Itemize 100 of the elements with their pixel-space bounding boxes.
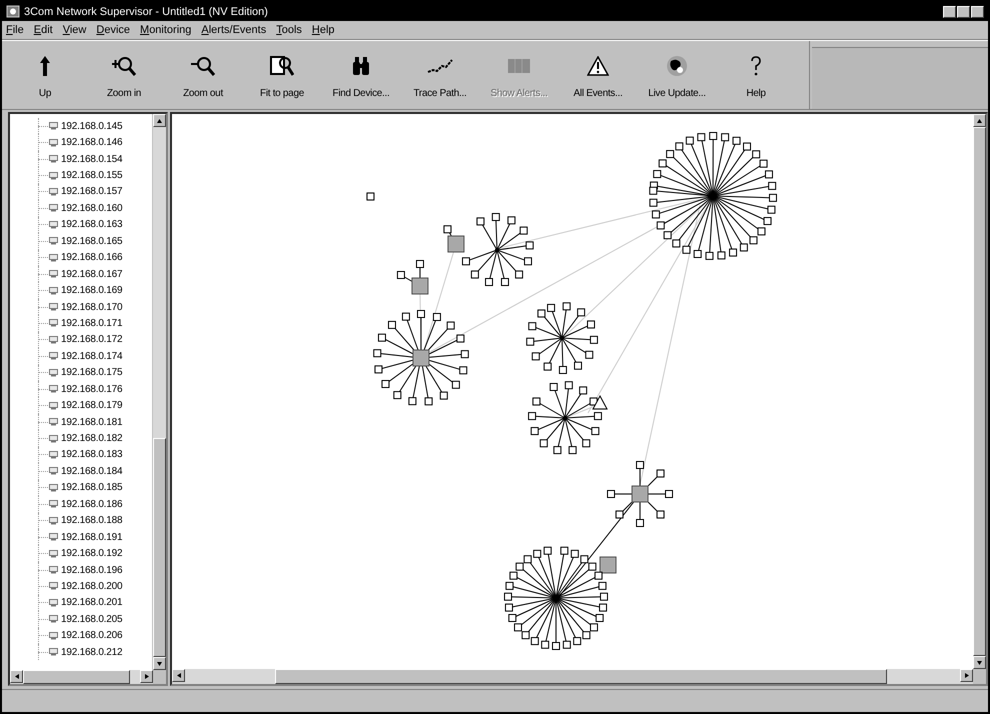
- scrollbar-corner: [153, 670, 166, 684]
- window-title: 3Com Network Supervisor - Untitled1 (NV Edition): [24, 6, 269, 18]
- close-button[interactable]: [971, 6, 984, 18]
- down-arrow-icon: [157, 662, 162, 666]
- device-icon: [49, 615, 58, 624]
- globe-icon: [664, 55, 690, 77]
- toolbar-button[interactable]: Trace Path...: [409, 41, 471, 107]
- tree-item[interactable]: 192.168.0.165: [61, 236, 122, 247]
- tree-item[interactable]: 192.168.0.176: [61, 384, 122, 395]
- toolbar-button[interactable]: Fit to page: [251, 41, 313, 107]
- device-icon: [49, 598, 58, 607]
- tree-item[interactable]: 192.168.0.157: [61, 186, 122, 198]
- up-arrow-icon: [38, 55, 52, 77]
- menu-item[interactable]: View: [62, 24, 86, 36]
- tree-item[interactable]: 192.168.0.201: [61, 597, 122, 608]
- tree-item[interactable]: 192.168.0.170: [61, 302, 122, 313]
- node-cluster-drawing: [396, 260, 428, 294]
- panel-icon: [507, 57, 531, 75]
- tree-item[interactable]: 192.168.0.169: [61, 285, 122, 296]
- device-icon: [49, 155, 58, 164]
- toolbar-button[interactable]: Zoom in: [93, 41, 155, 107]
- tree-item[interactable]: 192.168.0.155: [61, 170, 122, 182]
- device-icon: [49, 648, 58, 656]
- tree-item[interactable]: 192.168.0.206: [61, 630, 122, 642]
- binoculars-icon: [352, 56, 370, 76]
- tree-item[interactable]: 192.168.0.160: [61, 202, 122, 214]
- tree-item[interactable]: 192.168.0.163: [61, 219, 122, 230]
- device-icon: [49, 418, 58, 426]
- tree-item[interactable]: 192.168.0.200: [61, 580, 122, 592]
- left-arrow-icon: [176, 673, 180, 678]
- tree-item[interactable]: 192.168.0.184: [61, 466, 122, 477]
- tree-item[interactable]: 192.168.0.174: [61, 350, 122, 362]
- device-icon: [49, 582, 58, 590]
- horizontal-scrollbar[interactable]: [10, 670, 166, 684]
- device-icon: [49, 434, 58, 443]
- device-icon: [49, 533, 58, 542]
- right-arrow-icon: [144, 674, 148, 679]
- device-icon: [49, 286, 58, 295]
- menu-item[interactable]: Alerts/Events: [201, 24, 266, 36]
- tree-item[interactable]: 192.168.0.212: [61, 646, 122, 658]
- device-icon: [49, 188, 58, 196]
- maximize-button[interactable]: [957, 6, 970, 18]
- menu-item[interactable]: Tools: [276, 24, 302, 36]
- zoom-out-icon: [190, 55, 216, 77]
- tree-item[interactable]: 192.168.0.171: [61, 318, 122, 329]
- minimize-button[interactable]: [943, 6, 956, 18]
- tree-item[interactable]: 192.168.0.146: [61, 137, 122, 148]
- device-icon: [49, 516, 58, 525]
- device-icon: [49, 336, 58, 344]
- toolbar-button[interactable]: Up: [14, 41, 76, 107]
- device-icon: [49, 270, 58, 278]
- horizontal-scrollbar[interactable]: [172, 669, 986, 684]
- toolbar-button[interactable]: Live Update...: [646, 41, 708, 107]
- toolbar-button[interactable]: All Events...: [567, 41, 629, 107]
- tree-item[interactable]: 192.168.0.191: [61, 532, 122, 543]
- device-icon: [49, 632, 58, 640]
- menu-item[interactable]: Device: [96, 24, 130, 36]
- device-icon: [49, 500, 58, 508]
- right-arrow-icon: [964, 673, 968, 678]
- tree-item[interactable]: 192.168.0.196: [61, 564, 122, 576]
- tree-item[interactable]: 192.168.0.185: [61, 482, 122, 494]
- node-cluster-drawing: [607, 461, 673, 527]
- tree-item[interactable]: 192.168.0.154: [61, 154, 122, 165]
- tree-item[interactable]: 192.168.0.183: [61, 449, 122, 460]
- tree-item[interactable]: 192.168.0.172: [61, 334, 122, 346]
- tree-item[interactable]: 192.168.0.192: [61, 548, 122, 560]
- menu-item[interactable]: File: [6, 24, 24, 36]
- tree-item[interactable]: 192.168.0.166: [61, 252, 122, 264]
- device-icon: [49, 122, 58, 130]
- tree-item[interactable]: 192.168.0.167: [61, 268, 122, 280]
- triangle-node: [592, 394, 608, 410]
- device-icon: [49, 220, 58, 229]
- device-icon: [49, 385, 58, 394]
- fit-page-icon: [270, 55, 294, 77]
- menu-item[interactable]: Edit: [34, 24, 53, 36]
- device-icon: [49, 467, 58, 476]
- device-icon: [49, 254, 58, 262]
- trace-path-icon: [427, 58, 453, 74]
- tree-item[interactable]: 192.168.0.188: [61, 515, 122, 526]
- vertical-scrollbar[interactable]: [973, 114, 986, 669]
- menu-item[interactable]: Monitoring: [140, 24, 192, 36]
- tree-item[interactable]: 192.168.0.145: [61, 120, 122, 132]
- help-icon: [749, 55, 763, 77]
- vertical-scrollbar[interactable]: [152, 114, 166, 670]
- tree-item[interactable]: 192.168.0.182: [61, 433, 122, 444]
- tree-item[interactable]: 192.168.0.175: [61, 367, 122, 378]
- toolbar-button[interactable]: Find Device...: [330, 41, 392, 107]
- scrollbar-corner: [973, 669, 986, 684]
- device-icon: [49, 204, 58, 212]
- menu-item[interactable]: Help: [312, 24, 335, 36]
- tree-item[interactable]: 192.168.0.186: [61, 498, 122, 510]
- toolbar-button[interactable]: Help: [725, 41, 787, 107]
- tree-item[interactable]: 192.168.0.181: [61, 416, 122, 428]
- tree-item[interactable]: 192.168.0.179: [61, 400, 122, 412]
- node-cluster-drawing: [526, 302, 598, 374]
- tree-item[interactable]: 192.168.0.205: [61, 614, 122, 625]
- app-icon: [6, 5, 20, 18]
- up-arrow-icon: [977, 118, 982, 122]
- toolbar-button[interactable]: Zoom out: [172, 41, 234, 107]
- up-arrow-icon: [157, 118, 162, 122]
